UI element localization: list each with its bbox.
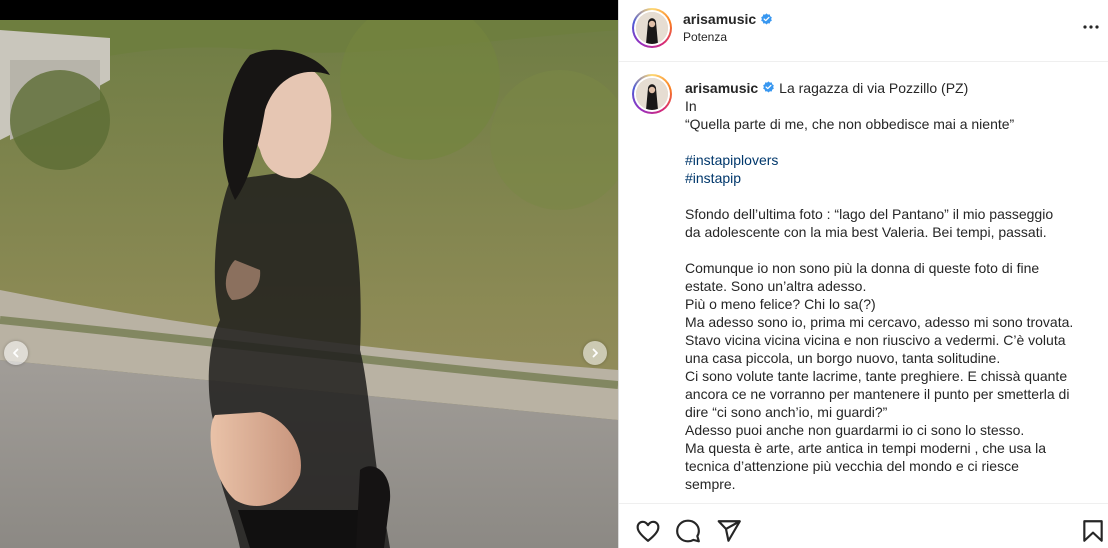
verified-badge-icon [763, 81, 774, 93]
instagram-post-view: arisamusic Potenza arisamusic La ragazza… [0, 0, 1108, 548]
caption-avatar[interactable] [632, 74, 672, 114]
caption-line: In [685, 98, 697, 114]
caption-text: arisamusic La ragazza di via Pozzillo (P… [685, 79, 1095, 493]
next-photo-button[interactable] [583, 341, 607, 365]
caption-line: estate. Sono un’altra adesso. [685, 278, 867, 294]
caption-first-line: La ragazza di via Pozzillo (PZ) [779, 80, 969, 96]
avatar[interactable] [632, 8, 672, 48]
post-location[interactable]: Potenza [683, 30, 727, 44]
caption-line: Sfondo dell’ultima foto : “lago del Pant… [685, 206, 1054, 222]
heart-icon [636, 520, 660, 542]
photo-woman-in-lace-veil [0, 20, 618, 548]
hashtag-link[interactable]: #instapip [685, 169, 1095, 187]
caption-line: Più o meno felice? Chi lo sa(?) [685, 296, 876, 312]
caption-line: da adolescente con la mia best Valeria. … [685, 224, 1047, 240]
caption-line: dire “ci sono anch’io, mi guardi?” [685, 404, 888, 420]
caption-section: arisamusic La ragazza di via Pozzillo (P… [619, 63, 1108, 503]
bookmark-icon [1083, 520, 1103, 542]
comment-icon [676, 519, 700, 543]
post-header: arisamusic Potenza [619, 0, 1108, 62]
caption-line: sempre. [685, 476, 736, 492]
post-username[interactable]: arisamusic [683, 11, 756, 27]
send-icon [717, 520, 741, 542]
verified-badge-icon [761, 12, 772, 24]
comment-button[interactable] [675, 518, 701, 544]
caption-body: In “Quella parte di me, che non obbedisce… [685, 97, 1095, 493]
caption-line: ancora ce ne vorranno per mantenere il p… [685, 386, 1070, 402]
more-horizontal-icon [1083, 25, 1099, 29]
caption-line: Ma questa è arte, arte antica in tempi m… [685, 440, 1047, 456]
chevron-right-icon [592, 348, 598, 358]
action-bar [619, 503, 1108, 548]
caption-line: tecnica d’attenzione più vecchia del mon… [685, 458, 1019, 474]
hashtag-link[interactable]: #instapiplovers [685, 151, 1095, 169]
previous-photo-button[interactable] [4, 341, 28, 365]
caption-username[interactable]: arisamusic [685, 79, 758, 97]
caption-line: Comunque io non sono più la donna di que… [685, 260, 1040, 276]
share-button[interactable] [716, 518, 742, 544]
caption-line: Stavo vicina vicina vicina e non riusciv… [685, 332, 1066, 348]
top-black-bar [0, 0, 618, 20]
more-options-button[interactable] [1082, 18, 1100, 36]
avatar-image [636, 12, 668, 44]
avatar-image [636, 78, 668, 110]
caption-line: Ma adesso sono io, prima mi cercavo, ade… [685, 314, 1074, 330]
save-button[interactable] [1080, 518, 1106, 544]
caption-line: Adesso puoi anche non guardarmi io ci so… [685, 422, 1025, 438]
caption-line: Ci sono volute tante lacrime, tante preg… [685, 368, 1068, 384]
like-button[interactable] [635, 518, 661, 544]
chevron-left-icon [13, 348, 19, 358]
caption-line: “Quella parte di me, che non obbedisce m… [685, 116, 1015, 132]
post-photo[interactable] [0, 20, 618, 548]
caption-line: una casa piccola, un borgo nuovo, tanta … [685, 350, 1001, 366]
post-side-panel: arisamusic Potenza arisamusic La ragazza… [619, 0, 1108, 548]
